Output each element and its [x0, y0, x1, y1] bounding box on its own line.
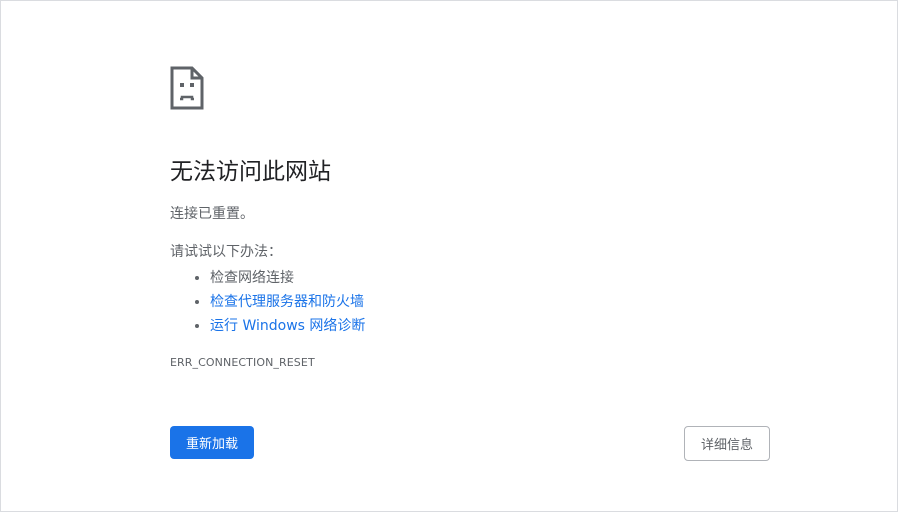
suggestions-list: 检查网络连接 检查代理服务器和防火墙 运行 Windows 网络诊断	[190, 266, 365, 338]
list-item: 检查代理服务器和防火墙	[210, 290, 365, 314]
reload-button[interactable]: 重新加载	[170, 426, 254, 459]
suggestion-network-diagnostics-link[interactable]: 运行 Windows 网络诊断	[210, 318, 365, 334]
error-subtitle: 连接已重置。	[170, 206, 254, 222]
suggestion-check-proxy-link[interactable]: 检查代理服务器和防火墙	[210, 294, 364, 310]
details-button[interactable]: 详细信息	[684, 426, 770, 461]
list-item: 运行 Windows 网络诊断	[210, 314, 365, 338]
error-code: ERR_CONNECTION_RESET	[170, 356, 315, 369]
sad-document-icon	[170, 66, 204, 110]
suggestion-check-network: 检查网络连接	[210, 270, 294, 286]
list-item: 检查网络连接	[210, 266, 365, 290]
suggestions-heading: 请试试以下办法：	[170, 244, 282, 260]
page-title: 无法访问此网站	[170, 159, 331, 185]
